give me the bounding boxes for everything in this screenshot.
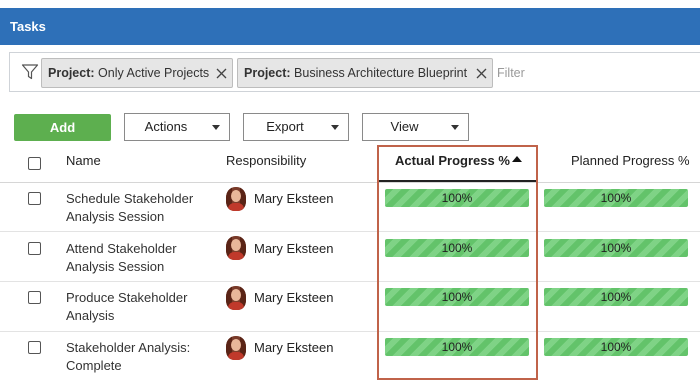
column-header-planned-progress[interactable]: Planned Progress % — [571, 153, 690, 168]
tasks-header-bar: Tasks — [0, 8, 700, 45]
filter-funnel-icon[interactable] — [21, 63, 39, 81]
sort-ascending-icon[interactable] — [512, 156, 522, 162]
export-label: Export — [266, 119, 304, 134]
planned-progress-bar: 100% — [544, 239, 688, 257]
row-checkbox[interactable] — [28, 192, 41, 205]
view-dropdown-button[interactable]: View — [362, 113, 469, 141]
avatar — [226, 286, 246, 310]
row-checkbox[interactable] — [28, 291, 41, 304]
row-checkbox[interactable] — [28, 242, 41, 255]
responsibility-name: Mary Eksteen — [254, 241, 334, 256]
filter-input[interactable]: Filter — [497, 66, 525, 80]
caret-down-icon — [451, 125, 459, 130]
column-header-name[interactable]: Name — [66, 153, 101, 168]
close-icon[interactable] — [216, 68, 227, 79]
header-divider — [0, 182, 700, 183]
filter-bar[interactable]: Project: Only Active Projects Project: B… — [9, 52, 700, 92]
actions-label: Actions — [144, 119, 188, 134]
responsibility-name: Mary Eksteen — [254, 290, 334, 305]
filter-chip-key: Project: — [244, 66, 291, 80]
actions-dropdown-button[interactable]: Actions — [124, 113, 230, 141]
caret-down-icon — [212, 125, 220, 130]
avatar — [226, 236, 246, 260]
avatar — [226, 187, 246, 211]
task-name[interactable]: Schedule Stakeholder Analysis Session — [66, 190, 216, 225]
row-checkbox[interactable] — [28, 341, 41, 354]
add-button[interactable]: Add — [14, 114, 111, 141]
planned-progress-bar: 100% — [544, 288, 688, 306]
view-label: View — [390, 119, 419, 134]
row-divider — [0, 281, 700, 282]
column-header-responsibility[interactable]: Responsibility — [226, 153, 306, 168]
row-divider — [0, 231, 700, 232]
caret-down-icon — [331, 125, 339, 130]
avatar — [226, 336, 246, 360]
select-all-checkbox[interactable] — [28, 157, 41, 170]
actual-progress-bar: 100% — [385, 189, 529, 207]
actual-progress-bar: 100% — [385, 239, 529, 257]
column-header-actual-progress[interactable]: Actual Progress % — [395, 153, 510, 168]
export-dropdown-button[interactable]: Export — [243, 113, 349, 141]
planned-progress-bar: 100% — [544, 189, 688, 207]
planned-progress-bar: 100% — [544, 338, 688, 356]
close-icon[interactable] — [476, 68, 487, 79]
filter-chip-value: Only Active Projects — [98, 66, 210, 80]
filter-chip-active-projects[interactable]: Project: Only Active Projects — [41, 58, 233, 88]
actual-progress-bar: 100% — [385, 338, 529, 356]
filter-chip-key: Project: — [48, 66, 95, 80]
actual-progress-bar: 100% — [385, 288, 529, 306]
task-name[interactable]: Stakeholder Analysis: Complete — [66, 339, 216, 374]
responsibility-name: Mary Eksteen — [254, 191, 334, 206]
filter-chip-business-architecture[interactable]: Project: Business Architecture Blueprint — [237, 58, 493, 88]
filter-chip-value: Business Architecture Blueprint — [294, 66, 468, 80]
responsibility-name: Mary Eksteen — [254, 340, 334, 355]
row-divider — [0, 331, 700, 332]
task-name[interactable]: Attend Stakeholder Analysis Session — [66, 240, 216, 275]
task-name[interactable]: Produce Stakeholder Analysis — [66, 289, 216, 324]
page-title: Tasks — [10, 19, 46, 34]
